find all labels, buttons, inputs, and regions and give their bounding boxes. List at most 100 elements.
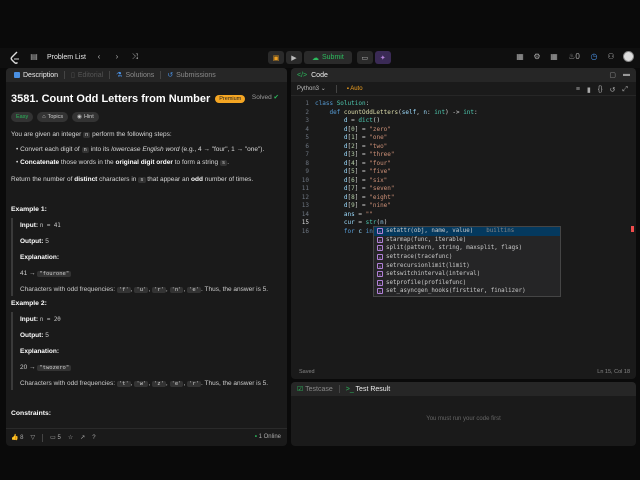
problem-content: 3581. Count Odd Letters from Number Prem… [6,82,287,122]
test-tabs: ☑ Testcase >_ Test Result [291,382,636,396]
star-icon: ☆ [67,435,74,441]
lock-icon: ▪ [346,85,349,92]
question-icon: ? [92,434,96,441]
terminal-icon: >_ [345,385,354,393]
difficulty-badge: Easy [11,112,34,122]
leetcode-logo-icon[interactable] [9,51,21,65]
saved-status: Saved [299,369,315,375]
tab-solutions[interactable]: ⚗ Solutions [112,68,158,82]
problem-tags: Easy ⌂ Topics ◉ Hint [11,112,282,122]
footer-divider [42,433,44,442]
code-header: </> Code [291,68,636,82]
code-panel-tools: ▢ ▬ [609,71,630,79]
help-button[interactable]: ? [92,435,95,441]
problem-list-icon[interactable]: ▤ [29,52,39,62]
tab-test-result[interactable]: >_ Test Result [346,386,390,393]
add-friend-icon[interactable]: ⚇ [606,52,616,62]
format-icon[interactable]: ≡ [576,86,580,94]
auto-mode-toggle[interactable]: ▪ Auto [347,86,363,92]
test-panel: ☑ Testcase >_ Test Result You must run y… [291,382,636,446]
top-navbar: ▤ Problem List ‹ › ⤨ ▣ ▶ ☁ Submit ▭ ✦ ▦ ⚙… [0,48,640,68]
autocomplete-item[interactable]: ◇ setswitchinterval(interval) [374,270,560,279]
maximize-icon[interactable]: ▢ [609,71,616,79]
tab-divider [64,71,66,79]
play-icon: ▶ [291,54,297,62]
autocomplete-item[interactable]: ◇ setprofile(profilefunc) [374,279,560,288]
fullscreen-icon[interactable]: ⤢ [622,86,628,94]
debug-button[interactable]: ▣ [268,51,284,64]
layout-icon[interactable]: ▦ [515,52,525,62]
autocomplete-item[interactable]: ◇ starmap(func, iterable) [374,236,560,245]
autocomplete-item[interactable]: ◇ setrecursionlimit(limit) [374,261,560,270]
description-tabs: Description ▯ Editorial ⚗ Solutions ↺ Submi… [6,68,287,82]
editor-actions: ≡ ▮ {} ↺ ⤢ [576,86,628,94]
autocomplete-item[interactable]: ◇ setattr(obj, name, value) builtins [374,227,560,236]
autocomplete-item[interactable]: ◇ set_asyncgen_hooks(firstiter, finalizer… [374,287,560,296]
language-select[interactable]: Python3 ⌄ [297,85,326,92]
avatar[interactable] [623,51,634,62]
reset-icon[interactable]: ↺ [610,86,616,94]
online-count: • 1 Online [254,434,281,440]
tab-testcase[interactable]: ☑ Testcase [297,385,333,393]
ai-assist-button[interactable]: ✦ [374,51,391,64]
braces-icon[interactable]: {} [598,86,603,94]
share-button[interactable]: ↗ [80,434,85,441]
step-2: • Concatenate those words in the origina… [16,159,229,166]
cursor-position: Ln 15, Col 18 [597,369,630,375]
topics-button[interactable]: ⌂ Topics [37,112,69,122]
code-tab[interactable]: Code [311,72,328,79]
description-panel: Description ▯ Editorial ⚗ Solutions ↺ Submi… [6,68,287,446]
problem-list-link[interactable]: Problem List [47,54,86,61]
bug-icon: ▣ [272,54,280,62]
grid-icon[interactable]: ▦ [549,52,559,62]
minimize-icon[interactable]: ▬ [623,71,630,79]
editor-status-bar: Saved Ln 15, Col 18 [291,365,636,379]
book-icon: ▯ [71,72,75,79]
chevron-left-icon[interactable]: ‹ [94,52,104,62]
history-icon: ↺ [167,72,174,79]
tab-submissions[interactable]: ↺ Submissions [163,68,220,82]
hint-button[interactable]: ◉ Hint [72,112,99,122]
timer-icon[interactable]: ◷ [589,52,599,62]
checkbox-icon: ☑ [297,386,304,393]
shuffle-icon[interactable]: ⤨ [130,52,140,62]
method-icon: ◇ [377,236,383,243]
problem-title: 3581. Count Odd Letters from Number [11,93,211,105]
dislike-button[interactable]: ▽ [31,434,36,441]
comments-button[interactable]: ▭ 5 [50,434,61,441]
tab-divider [338,385,340,393]
method-icon: ◇ [377,279,383,286]
scrollbar-marker [631,226,634,232]
constraints-title: Constraints: [11,410,52,417]
premium-badge: Premium [215,95,246,103]
upload-icon: ☁ [312,54,319,62]
test-result-message: You must run your code first [426,416,501,422]
note-icon: ▭ [361,54,369,62]
autocomplete-popup: ◇ setattr(obj, name, value) builtins ◇ star… [373,226,561,297]
solved-status: Solved ✔ [251,94,279,101]
run-button[interactable]: ▶ [286,51,302,64]
streak-fire-icon[interactable]: ♨0 [566,52,582,62]
autocomplete-item[interactable]: ◇ split(pattern, string, maxsplit, flags) [374,244,560,253]
thumbs-up-icon: 👍 [11,435,19,441]
bookmark-icon[interactable]: ▮ [587,86,591,94]
example-1-title: Example 1: [11,206,47,213]
step-1: • Convert each digit of n into its lower… [16,146,265,153]
example-2-title: Example 2: [11,300,47,307]
tab-description[interactable]: Description [10,68,62,82]
method-icon: ◇ [377,254,383,261]
notes-button[interactable]: ▭ [356,51,373,64]
share-icon: ↗ [80,435,86,441]
favorite-button[interactable]: ☆ [68,434,73,441]
online-dot-icon: • [254,434,257,440]
flask-icon: ⚗ [116,72,123,79]
tab-editorial[interactable]: ▯ Editorial [67,68,107,82]
method-icon: ◇ [377,262,383,269]
like-button[interactable]: 👍 8 [11,434,24,441]
description-icon [14,72,20,78]
settings-icon[interactable]: ⚙ [532,52,542,62]
method-icon: ◇ [377,271,383,278]
submit-button[interactable]: ☁ Submit [304,51,352,64]
autocomplete-item[interactable]: ◇ settrace(tracefunc) [374,253,560,262]
chevron-right-icon[interactable]: › [112,52,122,62]
